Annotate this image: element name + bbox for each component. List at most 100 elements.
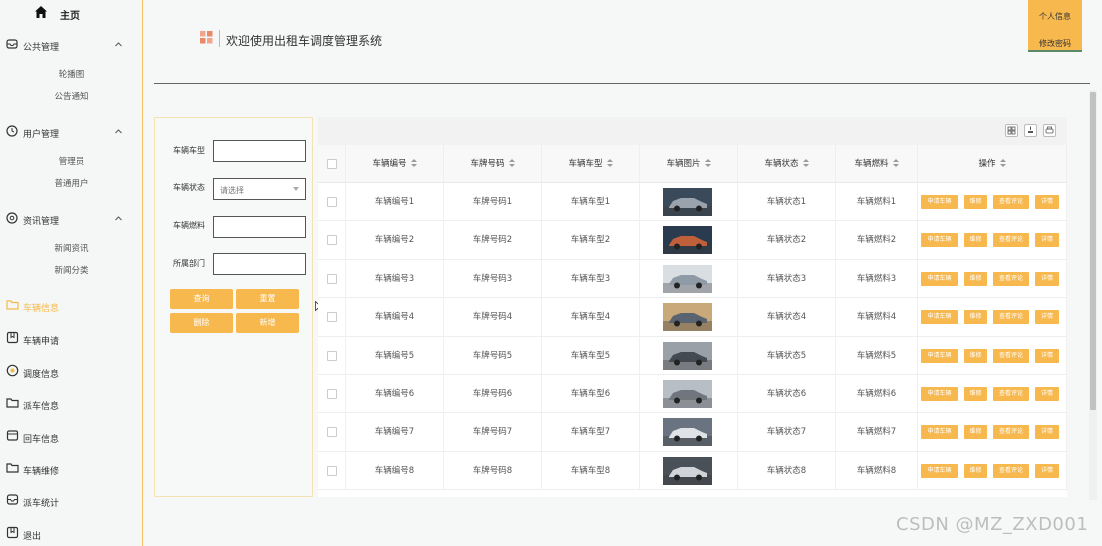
repair-button[interactable]: 维修 (964, 310, 987, 325)
row-checkbox[interactable] (327, 273, 337, 284)
col-actions[interactable]: 操作 (918, 145, 1067, 183)
row-select-cell (318, 221, 346, 260)
row-checkbox[interactable] (327, 235, 337, 246)
apply-vehicle-button[interactable]: 申请车辆 (921, 425, 958, 440)
reset-button[interactable]: 重置 (236, 289, 299, 309)
details-button[interactable]: 详情 (1035, 348, 1059, 363)
row-checkbox[interactable] (327, 427, 337, 438)
repair-button[interactable]: 维修 (964, 425, 987, 440)
view-comments-button[interactable]: 查看评论 (993, 348, 1029, 363)
col-type[interactable]: 车辆车型 (542, 145, 640, 183)
car-image[interactable] (663, 380, 712, 408)
sidebar-item-admin[interactable]: 管理员 (0, 154, 143, 170)
query-button[interactable]: 查询 (170, 289, 233, 309)
scrollbar[interactable] (1089, 90, 1097, 500)
view-comments-button[interactable]: 查看评论 (993, 195, 1029, 209)
details-button[interactable]: 详情 (1035, 233, 1059, 248)
apply-vehicle-button[interactable]: 申请车辆 (921, 195, 958, 209)
repair-button[interactable]: 维修 (964, 463, 987, 478)
view-comments-button[interactable]: 查看评论 (993, 425, 1029, 440)
home-link[interactable]: 主页 (0, 0, 143, 26)
sidebar-item-notice[interactable]: 公告通知 (0, 89, 143, 105)
apply-vehicle-button[interactable]: 申请车辆 (921, 233, 958, 248)
col-plate[interactable]: 车牌号码 (444, 145, 542, 183)
sidebar-group-public[interactable]: 公共管理 (0, 35, 143, 55)
car-image[interactable] (663, 418, 712, 447)
sidebar-item-return-car[interactable]: 回车信息 (0, 427, 143, 447)
user-info-link[interactable]: 个人信息 (1028, 11, 1082, 22)
add-button[interactable]: 新增 (236, 313, 299, 333)
sidebar-item-dispatch-info[interactable]: 调度信息 (0, 362, 143, 382)
car-image[interactable] (663, 341, 712, 370)
sort-icon[interactable] (802, 159, 809, 168)
apply-vehicle-button[interactable]: 申请车辆 (921, 387, 958, 401)
sort-icon[interactable] (606, 159, 613, 168)
row-checkbox[interactable] (327, 350, 337, 361)
details-button[interactable]: 详情 (1035, 271, 1059, 286)
vehicle-type-input[interactable] (213, 140, 306, 162)
repair-button[interactable]: 维修 (964, 348, 987, 363)
sidebar-item-news[interactable]: 新闻资讯 (0, 241, 143, 257)
col-image[interactable]: 车辆图片 (640, 145, 738, 183)
col-status[interactable]: 车辆状态 (738, 145, 836, 183)
sort-icon[interactable] (892, 159, 899, 168)
car-image[interactable] (663, 264, 712, 293)
grid-icon (1007, 126, 1016, 135)
apply-vehicle-button[interactable]: 申请车辆 (921, 348, 958, 363)
row-checkbox[interactable] (327, 197, 337, 207)
row-checkbox[interactable] (327, 312, 337, 323)
car-image[interactable] (663, 226, 712, 255)
sort-icon[interactable] (410, 159, 417, 168)
details-button[interactable]: 详情 (1035, 310, 1059, 325)
sidebar-item-normal-user[interactable]: 普通用户 (0, 176, 143, 192)
vehicle-status-select[interactable]: 请选择 (213, 178, 306, 200)
sidebar-item-vehicle-info[interactable]: 车辆信息 (0, 296, 143, 316)
car-image[interactable] (663, 456, 712, 485)
sidebar-item-vehicle-repair[interactable]: 车辆维修 (0, 459, 143, 479)
sidebar-item-carousel[interactable]: 轮播图 (0, 67, 143, 83)
sort-icon[interactable] (999, 159, 1006, 168)
view-comments-button[interactable]: 查看评论 (993, 387, 1029, 401)
car-image[interactable] (663, 303, 712, 332)
col-label: 车辆编号 (372, 159, 407, 169)
sort-icon[interactable] (508, 159, 515, 168)
sidebar-item-vehicle-apply[interactable]: 车辆申请 (0, 329, 143, 349)
repair-button[interactable]: 维修 (964, 195, 987, 209)
scrollbar-thumb[interactable] (1090, 92, 1096, 410)
select-all-checkbox[interactable] (327, 159, 337, 169)
details-button[interactable]: 详情 (1035, 425, 1059, 440)
sidebar-item-send-car[interactable]: 派车信息 (0, 394, 143, 414)
repair-button[interactable]: 维修 (964, 233, 987, 248)
apply-vehicle-button[interactable]: 申请车辆 (921, 271, 958, 286)
details-button[interactable]: 详情 (1035, 463, 1059, 478)
sidebar-group-news[interactable]: 资讯管理 (0, 209, 143, 229)
apply-vehicle-button[interactable]: 申请车辆 (921, 463, 958, 478)
details-button[interactable]: 详情 (1035, 195, 1059, 209)
repair-button[interactable]: 维修 (964, 387, 987, 401)
sort-icon[interactable] (704, 159, 711, 168)
view-comments-button[interactable]: 查看评论 (993, 233, 1029, 248)
row-checkbox[interactable] (327, 389, 337, 399)
export-icon[interactable] (1024, 124, 1037, 137)
col-vehicle-no[interactable]: 车辆编号 (346, 145, 444, 183)
sidebar-group-users[interactable]: 用户管理 (0, 122, 143, 142)
change-password-link[interactable]: 修改密码 (1028, 38, 1082, 49)
view-comments-button[interactable]: 查看评论 (993, 463, 1029, 478)
vehicle-fuel-input[interactable] (213, 216, 306, 238)
row-checkbox[interactable] (327, 465, 337, 476)
col-fuel[interactable]: 车辆燃料 (836, 145, 918, 183)
car-image[interactable] (663, 188, 712, 216)
columns-icon[interactable] (1005, 124, 1018, 137)
repair-button[interactable]: 维修 (964, 271, 987, 286)
sidebar-item-dispatch-stats[interactable]: 派车统计 (0, 491, 143, 511)
sidebar-item-news-category[interactable]: 新闻分类 (0, 263, 143, 279)
apply-vehicle-button[interactable]: 申请车辆 (921, 310, 958, 325)
view-comments-button[interactable]: 查看评论 (993, 310, 1029, 325)
sidebar-item-logout[interactable]: 退出 (0, 524, 143, 544)
cell-type: 车辆车型4 (542, 298, 640, 337)
department-input[interactable] (213, 253, 306, 275)
print-icon[interactable] (1043, 124, 1056, 137)
details-button[interactable]: 详情 (1035, 387, 1059, 401)
delete-button[interactable]: 删除 (170, 313, 233, 333)
view-comments-button[interactable]: 查看评论 (993, 271, 1029, 286)
